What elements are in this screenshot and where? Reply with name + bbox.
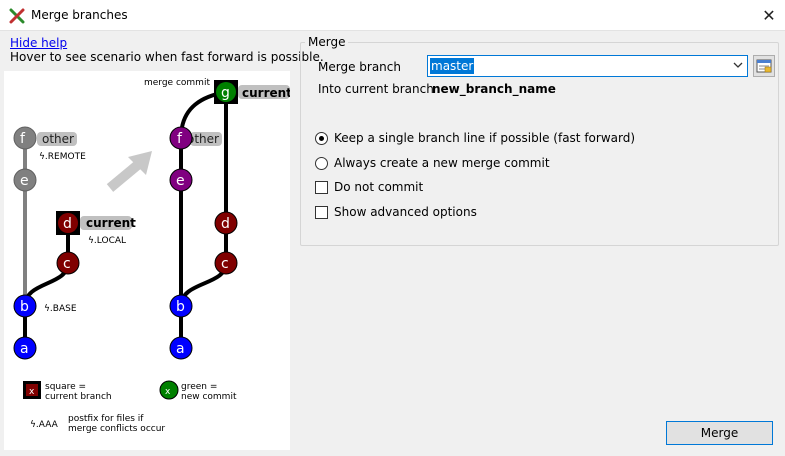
left-remote-label: ϟ.REMOTE <box>39 152 86 162</box>
legend-green-line2: new commit <box>181 392 237 402</box>
merge-group-title: Merge <box>305 35 349 49</box>
checkbox-unchecked-icon[interactable] <box>315 206 328 219</box>
app-icon <box>9 8 25 24</box>
merge-commit-label: merge commit <box>144 78 210 88</box>
left-other-label: other <box>42 132 74 146</box>
legend-green-line1: green = <box>181 382 217 392</box>
svg-text:d: d <box>63 216 72 232</box>
into-current-branch-value: new_branch_name <box>432 82 556 96</box>
legend-green: x green = new commit <box>159 380 237 402</box>
radio-unchecked-icon[interactable] <box>315 157 328 170</box>
hover-hint-text: Hover to see scenario when fast forward … <box>10 50 324 64</box>
svg-text:g: g <box>221 85 230 101</box>
left-node-d: d <box>56 211 80 235</box>
right-node-g: g <box>214 80 238 104</box>
svg-text:a: a <box>176 341 185 357</box>
legend-postfix: ϟ.AAA postfix for files if merge conflic… <box>30 414 165 434</box>
left-node-c: c <box>56 251 80 275</box>
left-current-label: current <box>86 216 136 230</box>
legend-postfix-line1: postfix for files if <box>68 414 144 424</box>
left-node-a: a <box>13 336 37 360</box>
merge-branch-value: master <box>430 58 475 74</box>
svg-text:d: d <box>221 216 230 232</box>
right-current-label: current <box>242 86 290 100</box>
svg-text:c: c <box>221 256 229 272</box>
right-node-f: f <box>169 126 193 150</box>
right-node-b: b <box>169 294 193 318</box>
svg-text:c: c <box>63 256 71 272</box>
svg-text:b: b <box>176 299 185 315</box>
right-node-d: d <box>214 211 238 235</box>
svg-text:e: e <box>176 173 185 189</box>
merge-button[interactable]: Merge <box>666 421 773 445</box>
svg-text:x: x <box>29 387 35 397</box>
left-node-e: e <box>13 168 37 192</box>
fast-forward-arrow <box>106 151 152 192</box>
window-title: Merge branches <box>31 8 128 22</box>
chevron-down-icon <box>733 62 743 68</box>
right-node-c: c <box>214 251 238 275</box>
merge-diagram: merge commit other ϟ.REMOTE current ϟ.LO… <box>4 71 290 450</box>
merge-branch-label: Merge branch <box>318 60 401 74</box>
legend-postfix-line2: merge conflicts occur <box>68 424 165 434</box>
checkbox-unchecked-icon[interactable] <box>315 181 328 194</box>
close-icon: ✕ <box>762 6 776 25</box>
svg-text:e: e <box>20 173 29 189</box>
into-current-branch-label: Into current branch <box>318 82 434 96</box>
svg-text:x: x <box>165 387 171 397</box>
left-local-label: ϟ.LOCAL <box>88 236 126 246</box>
legend-square-line2: current branch <box>45 392 112 402</box>
branch-list-icon <box>756 59 772 73</box>
right-node-a: a <box>169 336 193 360</box>
title-bar: Merge branches ✕ <box>0 0 785 31</box>
right-node-e: e <box>169 168 193 192</box>
merge-branch-combobox[interactable]: master <box>427 55 748 77</box>
svg-text:b: b <box>20 299 29 315</box>
radio-checked-icon[interactable] <box>315 132 328 145</box>
close-button[interactable]: ✕ <box>753 0 785 31</box>
left-node-f: f <box>13 126 37 150</box>
left-node-b: b <box>13 294 37 318</box>
left-base-label: ϟ.BASE <box>44 304 77 314</box>
branch-browse-button[interactable] <box>753 55 775 77</box>
svg-text:a: a <box>20 341 29 357</box>
hide-help-link[interactable]: Hide help <box>10 36 67 50</box>
legend-square-line1: square = <box>45 382 86 392</box>
legend-square: x square = current branch <box>23 381 112 402</box>
legend-postfix-marker: ϟ.AAA <box>30 420 59 430</box>
